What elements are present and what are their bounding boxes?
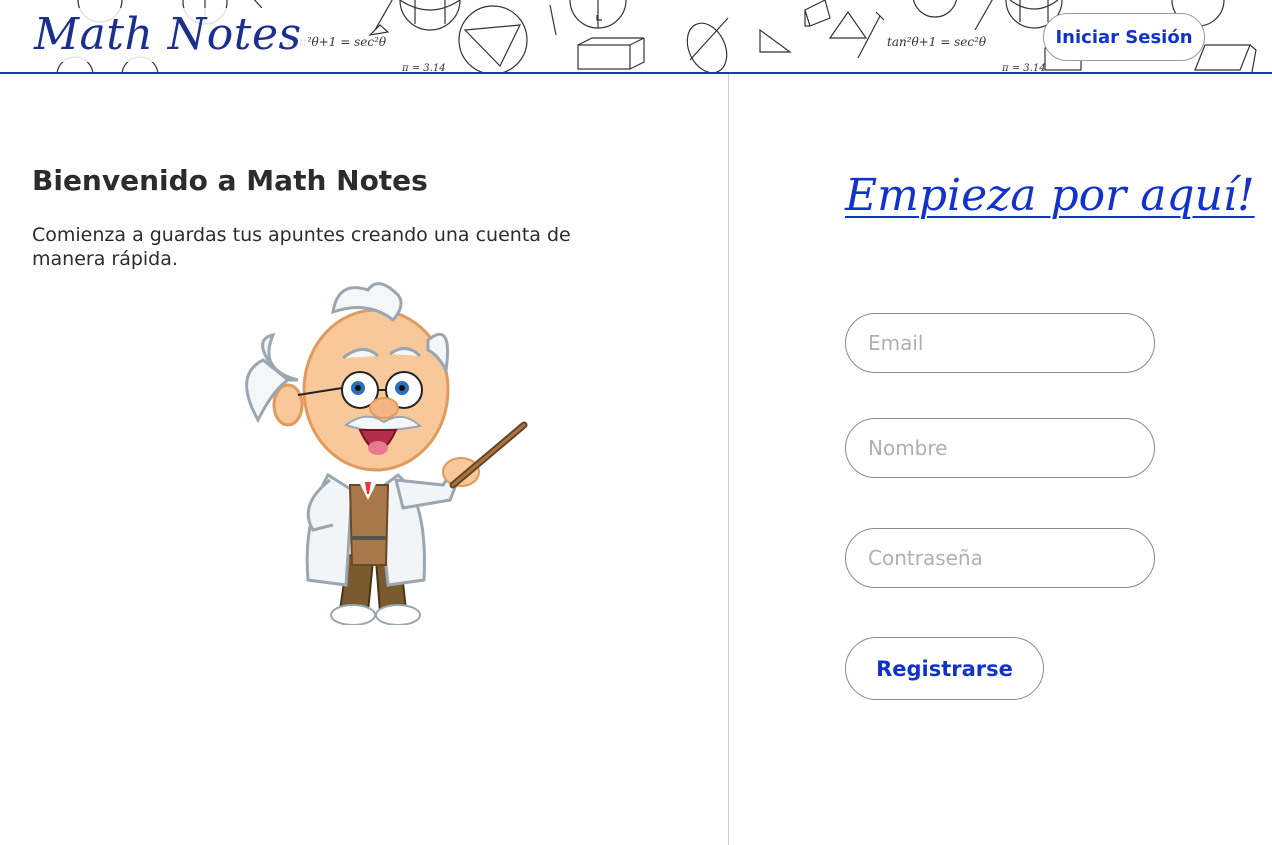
- professor-illustration: [245, 282, 528, 625]
- pi-text-2: π = 3.14: [1001, 63, 1046, 72]
- password-field[interactable]: [845, 528, 1155, 588]
- welcome-description: Comienza a guardas tus apuntes creando u…: [32, 224, 571, 270]
- pi-text-1: π = 3.14: [401, 63, 446, 72]
- register-button[interactable]: Registrarse: [845, 637, 1044, 700]
- welcome-title: Bienvenido a Math Notes: [32, 164, 428, 197]
- start-here-link[interactable]: Empieza por aquí!: [845, 170, 1255, 221]
- login-button[interactable]: Iniciar Sesión: [1043, 13, 1205, 61]
- email-field[interactable]: [845, 313, 1155, 373]
- formula-text-2: tan²θ+1 = sec²θ: [887, 35, 987, 49]
- header: tan²θ+1 = sec²θ tan²θ+1 = sec²θ π = 3.14…: [0, 0, 1272, 74]
- panel-divider: [728, 74, 729, 845]
- name-field[interactable]: [845, 418, 1155, 478]
- app-logo[interactable]: Math Notes: [32, 8, 308, 62]
